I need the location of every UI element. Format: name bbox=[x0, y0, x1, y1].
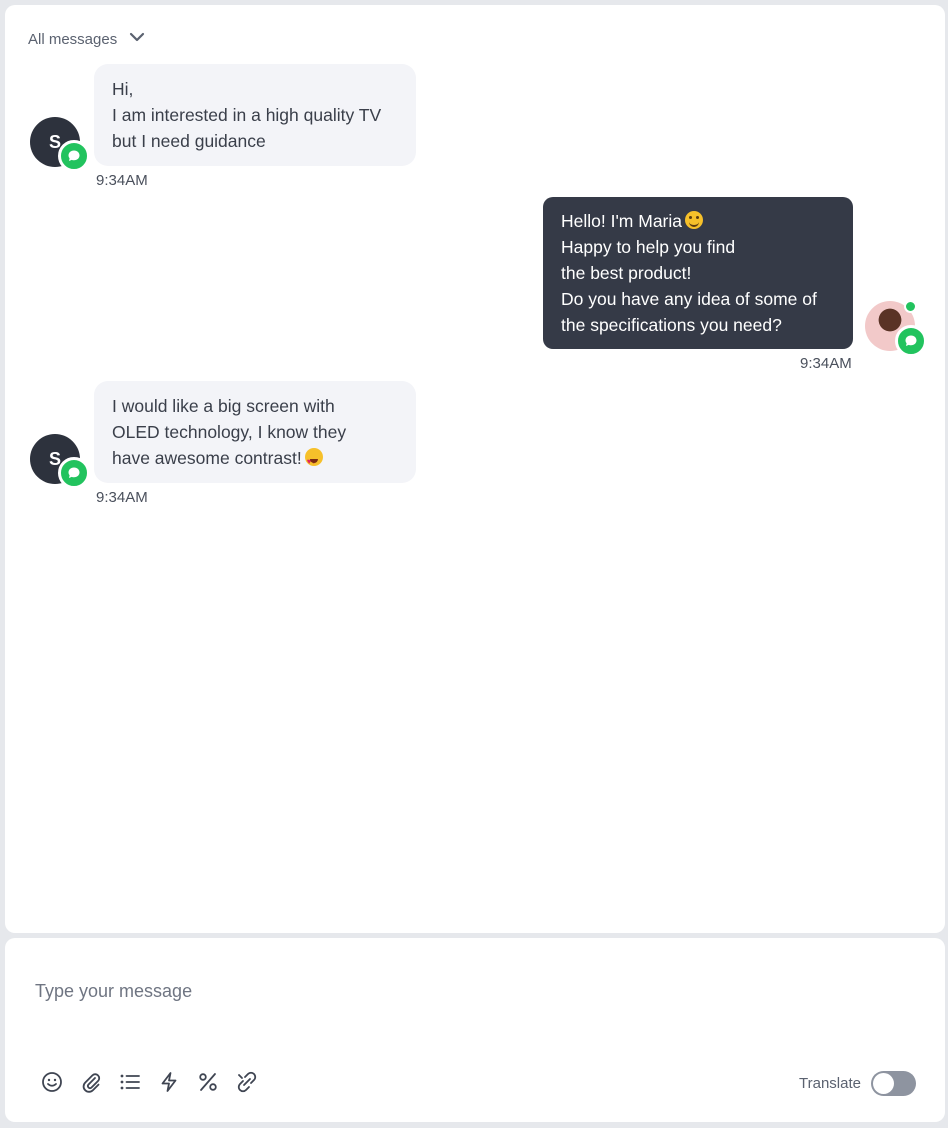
list-icon[interactable] bbox=[119, 1071, 141, 1093]
chat-panel: All messages S Hi, I am interested in a … bbox=[5, 5, 945, 933]
message-line: I am interested in a high quality TV bbox=[112, 105, 382, 125]
message-line: Hi, bbox=[112, 79, 134, 99]
heart-eyes-icon bbox=[304, 448, 323, 475]
message-bubble: Hi, I am interested in a high quality TV… bbox=[94, 64, 416, 166]
all-messages-filter[interactable]: All messages bbox=[28, 29, 145, 49]
translate-control: Translate bbox=[799, 1071, 916, 1096]
chat-channel-icon bbox=[895, 325, 927, 357]
attachment-icon[interactable] bbox=[80, 1071, 102, 1093]
message-line: the specifications you need? bbox=[561, 315, 782, 335]
chat-channel-icon bbox=[58, 457, 90, 489]
message-input[interactable] bbox=[35, 978, 735, 1004]
message-timestamp: 9:34AM bbox=[96, 489, 148, 506]
chat-channel-icon bbox=[58, 140, 90, 172]
message-line: Happy to help you find bbox=[561, 237, 736, 257]
emoji-icon[interactable] bbox=[41, 1071, 63, 1093]
translate-toggle[interactable] bbox=[871, 1071, 916, 1096]
link-off-icon[interactable] bbox=[236, 1071, 258, 1093]
smiling-face-icon bbox=[685, 211, 704, 229]
message-line: the best product! bbox=[561, 263, 692, 283]
message-line: have awesome contrast! bbox=[112, 448, 302, 468]
online-status-dot bbox=[904, 300, 917, 313]
translate-label: Translate bbox=[799, 1075, 861, 1092]
message-line: Do you have any idea of some of bbox=[561, 289, 817, 309]
chevron-down-icon bbox=[129, 29, 145, 49]
compose-panel: Translate bbox=[5, 938, 945, 1122]
message-line: OLED technology, I know they bbox=[112, 422, 347, 442]
message-bubble-outgoing: Hello! I'm Maria Happy to help you find … bbox=[543, 197, 853, 349]
lightning-icon[interactable] bbox=[158, 1071, 180, 1093]
filter-label: All messages bbox=[28, 30, 118, 48]
message-bubble: I would like a big screen with OLED tech… bbox=[94, 381, 416, 483]
message-timestamp: 9:34AM bbox=[800, 355, 852, 372]
message-line: but I need guidance bbox=[112, 131, 266, 151]
message-line: I would like a big screen with bbox=[112, 396, 335, 416]
message-line: Hello! I'm Maria bbox=[561, 211, 683, 231]
toggle-knob bbox=[873, 1073, 894, 1094]
message-timestamp: 9:34AM bbox=[96, 172, 148, 189]
compose-toolbar bbox=[41, 1071, 258, 1093]
percent-icon[interactable] bbox=[197, 1071, 219, 1093]
